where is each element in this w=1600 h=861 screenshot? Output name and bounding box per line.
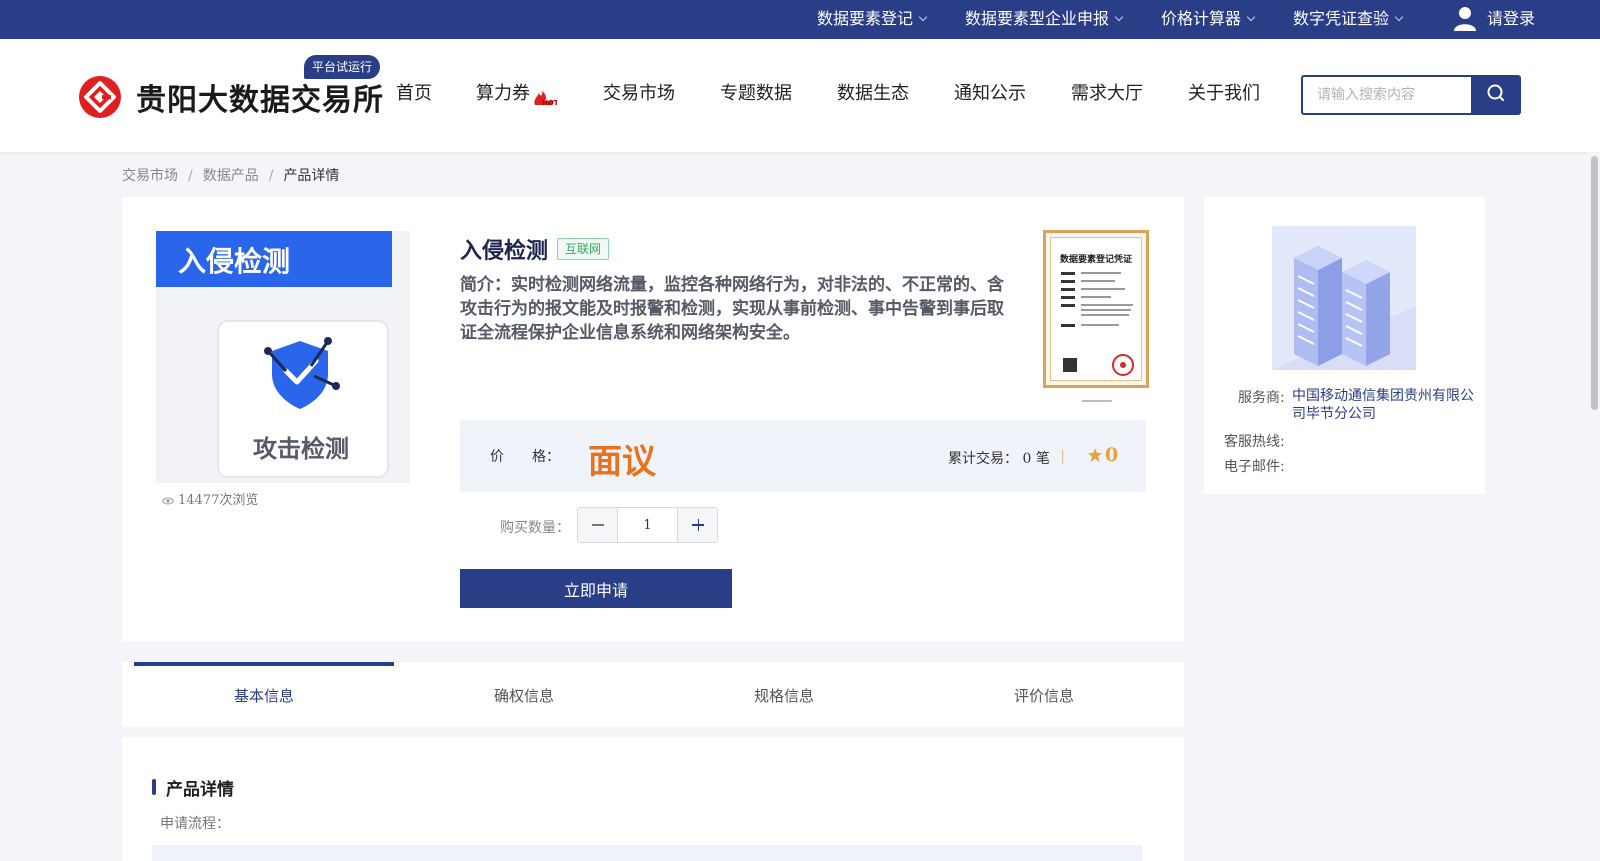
topbar-link-enterprise-declaration[interactable]: 数据要素型企业申报 bbox=[965, 0, 1124, 39]
eye-icon bbox=[162, 497, 174, 504]
scrollbar-thumb[interactable] bbox=[1591, 156, 1598, 410]
email-label: 电子邮件: bbox=[1224, 459, 1285, 475]
nav-about-us[interactable]: 关于我们 bbox=[1188, 79, 1260, 105]
detail-tabs: 基本信息 确权信息 规格信息 评价信息 bbox=[122, 662, 1184, 727]
price-value: 面议 bbox=[588, 442, 656, 482]
tab-basic-info[interactable]: 基本信息 bbox=[134, 662, 394, 727]
section-title: 产品详情 bbox=[166, 780, 234, 800]
nav-notices[interactable]: 通知公示 bbox=[954, 79, 1026, 105]
increase-button[interactable] bbox=[677, 508, 717, 542]
breadcrumb-separator: / bbox=[268, 168, 274, 184]
provider-label: 服务商: bbox=[1238, 390, 1285, 406]
breadcrumb-current: 产品详情 bbox=[283, 168, 340, 184]
provider-name-link[interactable]: 中国移动通信集团贵州有限公司毕节分公司 bbox=[1292, 387, 1478, 423]
site-header: 贵阳大数据交易所 平台试运行 首页 算力券 HOT 交易市场 专题数据 数据生态… bbox=[0, 39, 1600, 152]
certificate-title: 数据要素登记凭证 bbox=[1059, 254, 1132, 264]
application-process-box bbox=[152, 845, 1142, 861]
provider-building-image bbox=[1272, 226, 1416, 370]
site-logo-text[interactable]: 贵阳大数据交易所 bbox=[136, 75, 384, 119]
price-label: 价 格： bbox=[490, 449, 560, 465]
nav-demand-hall[interactable]: 需求大厅 bbox=[1071, 79, 1143, 105]
nav-data-ecosystem[interactable]: 数据生态 bbox=[837, 79, 909, 105]
top-bar: 数据要素登记 数据要素型企业申报 价格计算器 数字凭证查验 请登录 bbox=[0, 0, 1600, 39]
topbar-link-label: 数字凭证查验 bbox=[1293, 11, 1390, 28]
topbar-link-label: 数据要素型企业申报 bbox=[965, 11, 1110, 28]
hot-badge-text: HOT bbox=[542, 99, 557, 107]
section-marker bbox=[152, 779, 156, 795]
divider bbox=[1062, 450, 1063, 464]
trial-badge: 平台试运行 bbox=[304, 55, 381, 79]
certificate-content-icon bbox=[1061, 272, 1134, 376]
topbar-link-label: 价格计算器 bbox=[1161, 11, 1242, 28]
tab-rights-info[interactable]: 确权信息 bbox=[394, 662, 654, 727]
topbar-link-certificate-check[interactable]: 数字凭证查验 bbox=[1293, 0, 1404, 39]
certificate-inner: 数据要素登记凭证 bbox=[1050, 237, 1142, 381]
quantity-stepper bbox=[577, 507, 718, 543]
product-card: 入侵检测 攻击检测 14477次浏览 入侵检测 互联网 简介：实时检测网络流量，… bbox=[122, 197, 1184, 641]
trade-count-unit: 笔 bbox=[1035, 451, 1050, 467]
search-button[interactable] bbox=[1471, 75, 1521, 115]
nav-home[interactable]: 首页 bbox=[396, 79, 432, 105]
exchange-logo-icon[interactable] bbox=[79, 76, 121, 118]
breadcrumb: 交易市场 / 数据产品 / 产品详情 bbox=[122, 165, 339, 185]
trade-count-value: 0 bbox=[1022, 451, 1032, 467]
nav-topic-data[interactable]: 专题数据 bbox=[720, 79, 792, 105]
topbar-link-price-calculator[interactable]: 价格计算器 bbox=[1161, 0, 1256, 39]
trade-count: 累计交易： 0 笔 bbox=[948, 448, 1050, 468]
certificate-indicator bbox=[1082, 400, 1112, 402]
trade-count-label: 累计交易： bbox=[948, 451, 1018, 467]
view-count-text: 14477次浏览 bbox=[178, 493, 259, 508]
tab-spec-info[interactable]: 规格信息 bbox=[654, 662, 914, 727]
product-image: 入侵检测 攻击检测 bbox=[156, 231, 410, 483]
chevron-down-icon bbox=[1114, 12, 1124, 22]
registration-certificate[interactable]: 数据要素登记凭证 bbox=[1043, 230, 1149, 388]
hot-flame-icon: HOT bbox=[534, 91, 557, 107]
star-icon bbox=[1088, 448, 1102, 462]
product-detail-section: 产品详情 申请流程： bbox=[122, 737, 1184, 861]
product-intro: 简介：实时检测网络流量，监控各种网络行为，对非法的、不正常的、含攻击行为的报文能… bbox=[460, 275, 1004, 343]
search-icon bbox=[1487, 84, 1504, 101]
tab-review-info[interactable]: 评价信息 bbox=[914, 662, 1174, 727]
product-image-title: 入侵检测 bbox=[178, 245, 290, 278]
topbar-link-label: 数据要素登记 bbox=[817, 11, 914, 28]
chevron-down-icon bbox=[1394, 12, 1404, 22]
breadcrumb-trading-market[interactable]: 交易市场 bbox=[122, 168, 178, 184]
product-title: 入侵检测 bbox=[460, 239, 549, 264]
breadcrumb-data-products[interactable]: 数据产品 bbox=[203, 168, 259, 184]
application-process-label: 申请流程： bbox=[160, 816, 230, 832]
decrease-button[interactable] bbox=[578, 508, 618, 542]
chevron-down-icon bbox=[1246, 12, 1256, 22]
provider-card: 服务商: 中国移动通信集团贵州有限公司毕节分公司 客服热线: 电子邮件: bbox=[1204, 197, 1485, 494]
apply-now-button[interactable]: 立即申请 bbox=[460, 569, 732, 608]
nav-compute-voucher[interactable]: 算力券 bbox=[476, 79, 530, 105]
price-panel: 价 格： 面议 累计交易： 0 笔 0 bbox=[460, 420, 1146, 492]
product-image-caption: 攻击检测 bbox=[253, 435, 349, 463]
breadcrumb-separator: / bbox=[188, 168, 193, 184]
search-input[interactable] bbox=[1301, 75, 1471, 115]
hotline-label: 客服热线: bbox=[1224, 434, 1285, 450]
rating-score: 0 bbox=[1105, 444, 1119, 466]
quantity-label: 购买数量： bbox=[500, 520, 570, 536]
chevron-down-icon bbox=[918, 12, 928, 22]
user-icon[interactable] bbox=[1453, 6, 1477, 32]
view-count: 14477次浏览 bbox=[162, 489, 258, 508]
login-link[interactable]: 请登录 bbox=[1487, 0, 1535, 39]
category-tag: 互联网 bbox=[557, 238, 610, 260]
quantity-input[interactable] bbox=[618, 508, 677, 542]
nav-trading-market[interactable]: 交易市场 bbox=[603, 79, 675, 105]
topbar-link-data-registration[interactable]: 数据要素登记 bbox=[817, 0, 928, 39]
